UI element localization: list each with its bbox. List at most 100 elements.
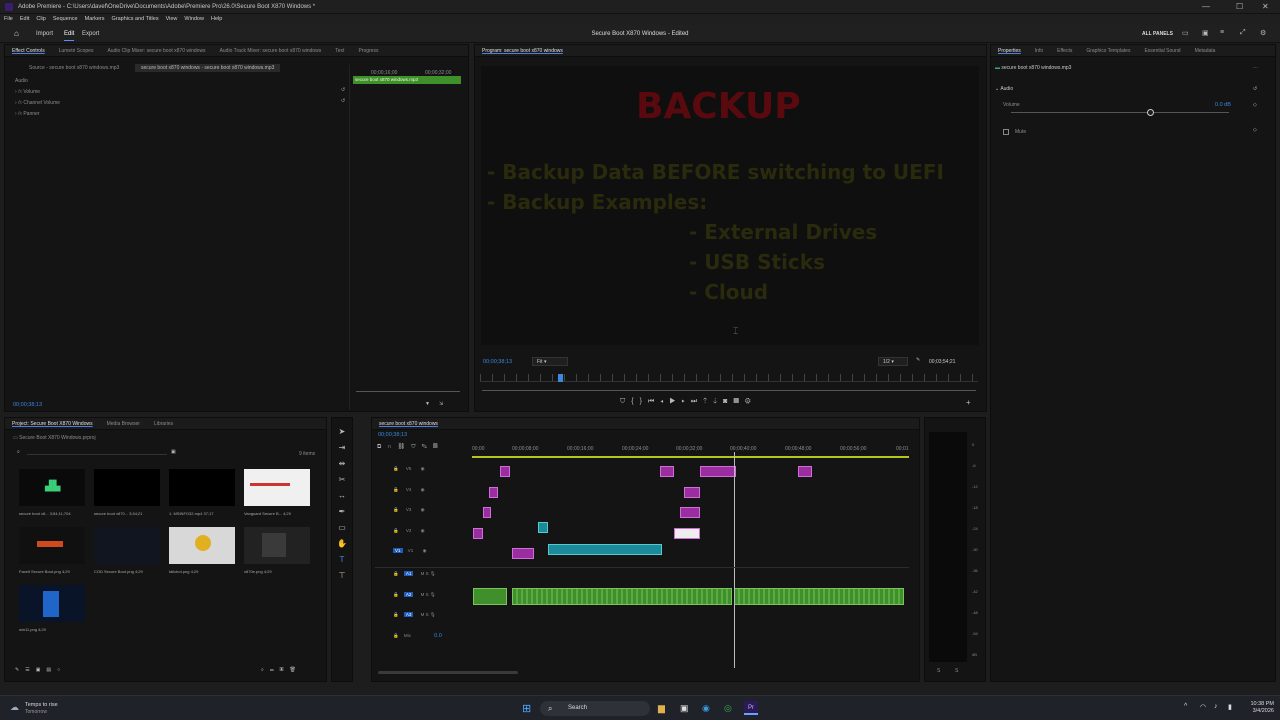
timeline-clip[interactable]: [700, 466, 736, 477]
timeline-clip[interactable]: [680, 507, 700, 518]
tab-lumetri-scopes[interactable]: Lumetri Scopes: [52, 45, 101, 56]
track-header-v1[interactable]: V1 V1 ◉: [375, 548, 470, 554]
windows-start-icon[interactable]: ⊞: [522, 702, 531, 715]
solo-left-button[interactable]: S: [937, 668, 940, 674]
tab-media-browser[interactable]: Media Browser: [100, 418, 147, 429]
tray-chevron-icon[interactable]: ^: [1184, 703, 1187, 710]
audio-section[interactable]: ⌄ Audio: [995, 86, 1013, 92]
menu-clip[interactable]: Clip: [36, 14, 45, 25]
solo-right-button[interactable]: S: [955, 668, 958, 674]
program-timecode[interactable]: 00;00;38;13: [483, 359, 512, 365]
out-point-icon[interactable]: }: [640, 398, 648, 405]
track-header-a2[interactable]: 🔒 A2 M S 🎙: [375, 592, 470, 598]
effect-row[interactable]: › fx Panner: [15, 111, 39, 117]
fit-dropdown[interactable]: Fit ▾: [532, 357, 568, 366]
nest-icon[interactable]: ⧉: [377, 444, 387, 450]
fx-zoom-bar[interactable]: [356, 391, 460, 392]
close-button[interactable]: ✕: [1262, 2, 1269, 11]
find-icon[interactable]: ⌕: [261, 667, 270, 673]
settings-icon[interactable]: ⚙: [1260, 29, 1266, 37]
minimize-button[interactable]: —: [1202, 2, 1210, 11]
project-item[interactable]: [94, 527, 160, 564]
marker-icon[interactable]: ⛉: [411, 444, 421, 450]
effect-row[interactable]: › fx Volume: [15, 89, 40, 95]
menu-markers[interactable]: Markers: [85, 14, 105, 25]
fx-timecode[interactable]: 00;00;38;13: [13, 402, 42, 408]
track-header-v4[interactable]: 🔒 V4 ◉: [375, 487, 470, 493]
menu-icon[interactable]: ≡: [1220, 29, 1224, 36]
selection-tool-icon[interactable]: ➤: [332, 424, 352, 440]
pencil-icon[interactable]: ✎: [15, 667, 25, 673]
program-zoom-bar[interactable]: [482, 390, 976, 391]
more-icon[interactable]: ⋯: [1253, 65, 1258, 71]
all-panels-button[interactable]: ALL PANELS: [1142, 31, 1173, 37]
zoom-slider-icon[interactable]: ○: [57, 667, 66, 673]
linked-icon[interactable]: ⛓: [398, 444, 412, 450]
track-header-mix[interactable]: 🔒 Mix 0.0: [375, 633, 470, 639]
work-area-bar[interactable]: [472, 456, 909, 458]
new-item-icon[interactable]: ▣: [280, 667, 290, 673]
wrench-icon[interactable]: ✎: [422, 444, 433, 450]
volume-slider-thumb[interactable]: [1147, 109, 1154, 116]
edge-icon[interactable]: ◉: [702, 703, 710, 714]
timeline-clip[interactable]: [538, 522, 548, 533]
track-header-a1[interactable]: 🔒 A1 M S 🎙: [375, 571, 470, 577]
tab-program[interactable]: Program: secure boot x870 windows: [475, 45, 570, 56]
ripple-edit-icon[interactable]: ⇹: [332, 456, 352, 472]
track-header-a3[interactable]: 🔒 A3 M S 🎙: [375, 612, 470, 618]
timeline-clip[interactable]: [512, 548, 534, 559]
lift-icon[interactable]: ⇡: [703, 398, 713, 405]
timeline-clip[interactable]: [548, 544, 662, 555]
project-item[interactable]: ▟▙: [19, 469, 85, 506]
filter-icon[interactable]: ▼: [425, 401, 430, 407]
eye-icon[interactable]: ◉: [423, 548, 427, 553]
quick-export-icon[interactable]: ▭: [1182, 29, 1189, 37]
snap-icon[interactable]: ∩: [387, 444, 397, 450]
fx-mini-timeline[interactable]: [349, 65, 463, 410]
track-header-v2[interactable]: 🔒 V2 ◉: [375, 528, 470, 534]
slip-tool-icon[interactable]: ↔: [332, 488, 352, 504]
in-point-icon[interactable]: {: [631, 398, 639, 405]
search-icon[interactable]: ⌕: [17, 449, 20, 455]
tab-info[interactable]: Info: [1028, 45, 1050, 56]
project-item[interactable]: [244, 469, 310, 506]
tab-essential-sound[interactable]: Essential Sound: [1137, 45, 1187, 56]
weather-text[interactable]: Temps to rise: [25, 702, 58, 708]
keyframe-icon[interactable]: ◇: [1253, 127, 1257, 133]
timeline-clip[interactable]: [483, 507, 491, 518]
icon-view-icon[interactable]: ▣: [36, 667, 47, 673]
speaker-icon[interactable]: ♪: [1214, 703, 1218, 710]
program-video-frame[interactable]: BACKUP - Backup Data BEFORE switching to…: [481, 66, 979, 345]
eye-icon[interactable]: ◉: [421, 466, 425, 471]
list-view-icon[interactable]: ☰: [25, 667, 35, 673]
export-frame-icon[interactable]: ⇲: [439, 401, 443, 407]
track-header-v3[interactable]: 🔒 V3 ◉: [375, 507, 470, 513]
import-tab[interactable]: Import: [36, 31, 53, 37]
timeline-clip[interactable]: [798, 466, 812, 477]
menu-file[interactable]: File: [4, 14, 13, 25]
tab-graphics-templates[interactable]: Graphics Templates: [1079, 45, 1137, 56]
new-bin-icon[interactable]: ▣: [171, 449, 176, 455]
project-search-input[interactable]: [27, 454, 167, 455]
tab-libraries[interactable]: Libraries: [147, 418, 180, 429]
home-icon[interactable]: ⌂: [14, 29, 19, 38]
project-item[interactable]: [169, 469, 235, 506]
hand-tool-icon[interactable]: ✋: [332, 536, 352, 552]
battery-icon[interactable]: ▮: [1228, 703, 1232, 711]
maximize-button[interactable]: ☐: [1236, 2, 1243, 11]
fx-clip-bar[interactable]: secure boot x870 windows.mp3: [353, 76, 461, 84]
step-forward-icon[interactable]: ▸: [682, 398, 691, 405]
fullscreen-icon[interactable]: ⤢: [1240, 29, 1246, 37]
mic-icon[interactable]: 🎙: [430, 592, 436, 597]
type-tool-icon[interactable]: T: [332, 552, 352, 568]
wifi-icon[interactable]: ◠: [1200, 703, 1206, 711]
extract-icon[interactable]: ⇣: [713, 398, 723, 405]
taskbar-search[interactable]: ⌕ Search: [540, 701, 650, 716]
reset-icon[interactable]: ↺: [341, 87, 345, 93]
go-to-out-icon[interactable]: ⏭: [691, 398, 703, 405]
pen-tool-icon[interactable]: ✒: [332, 504, 352, 520]
timeline-playhead[interactable]: [734, 452, 735, 668]
trash-icon[interactable]: 🗑: [289, 667, 301, 673]
resolution-dropdown[interactable]: 1/2 ▾: [878, 357, 908, 366]
freeform-icon[interactable]: ▤: [46, 667, 57, 673]
